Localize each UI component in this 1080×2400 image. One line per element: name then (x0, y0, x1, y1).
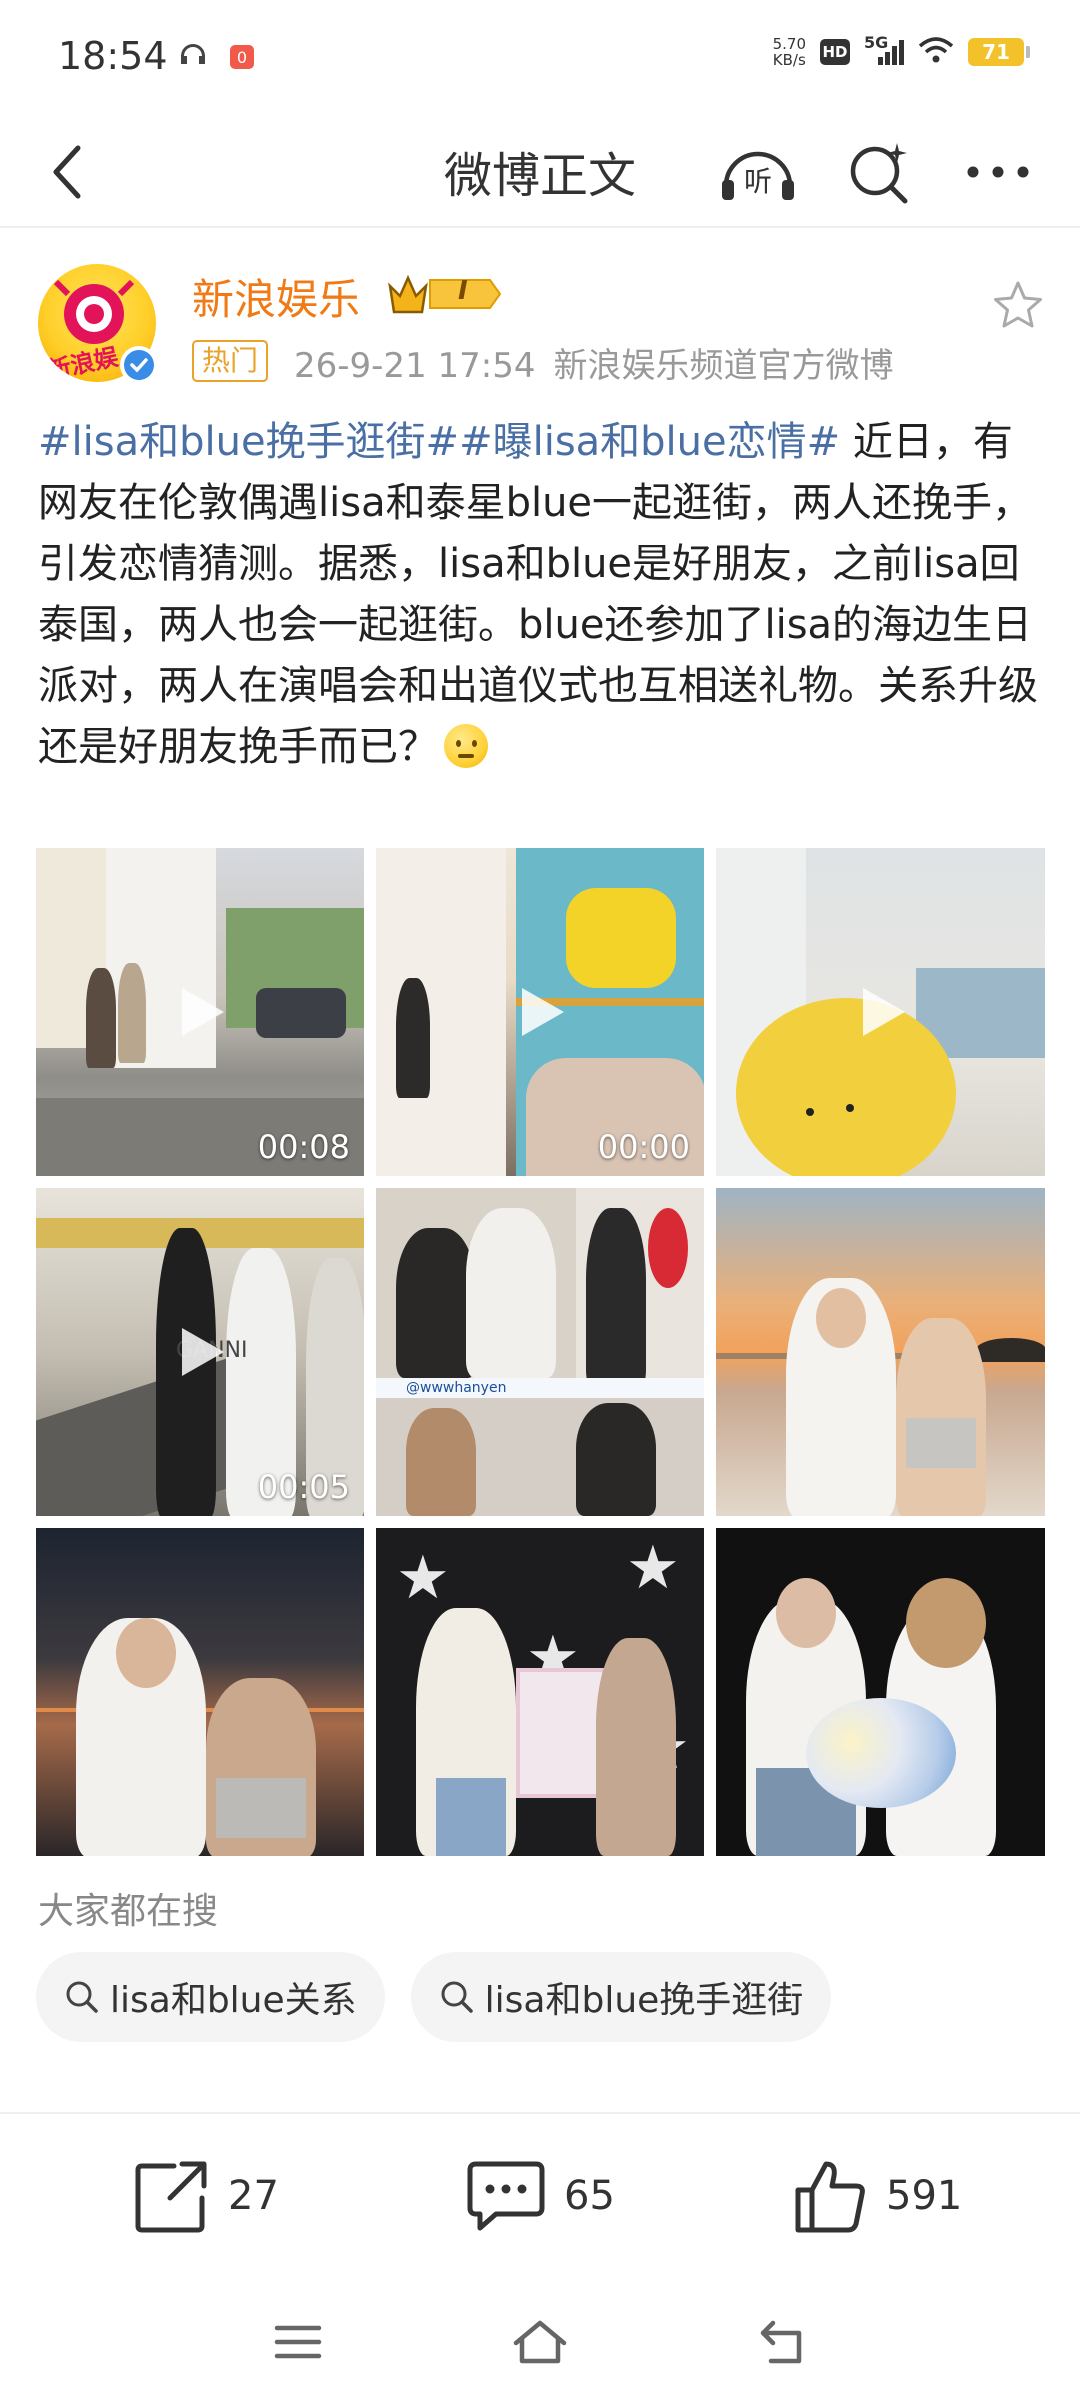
member-level-badge[interactable]: I (386, 272, 504, 320)
hashtag-link[interactable]: #lisa和blue挽手逛街# (38, 419, 459, 465)
like-count: 591 (886, 2173, 963, 2219)
post-source: 新浪娱乐频道官方微博 (553, 346, 894, 386)
play-icon (182, 988, 224, 1036)
wifi-icon (918, 36, 954, 68)
play-icon (522, 988, 564, 1036)
share-icon (135, 2161, 207, 2233)
like-button[interactable]: 591 (792, 2158, 962, 2234)
nav-bar: 微博正文 听 (0, 110, 1080, 228)
headset-status-icon (178, 42, 208, 72)
level-label: I (458, 276, 468, 306)
play-icon (862, 988, 905, 1036)
more-dots-icon (967, 166, 1029, 178)
system-nav-bar (0, 2280, 1080, 2400)
share-button[interactable]: 27 (134, 2158, 279, 2234)
trending-search-chips: lisa和blue关系 lisa和blue挽手逛街 (36, 1952, 832, 2042)
back-system-button[interactable] (750, 2310, 814, 2374)
hashtag-link[interactable]: #曝lisa和blue恋情# (459, 419, 840, 465)
status-left-icons: 0 (178, 42, 254, 72)
net-speed-value: 5.70 (772, 35, 806, 53)
post-meta: 26-9-21 17:54 新浪娱乐频道官方微博 (294, 338, 894, 387)
menu-lines-icon (274, 2325, 322, 2359)
post-header: 新浪娱 新浪娱乐 I 热门 26-9-21 17:54 新浪娱乐频道官方微博 (0, 228, 1080, 408)
image-thumbnail[interactable] (716, 1188, 1045, 1516)
search-chip-label: lisa和blue挽手逛街 (484, 1980, 804, 2021)
video-thumbnail[interactable]: GANNI 00:05 (36, 1188, 364, 1516)
search-icon (66, 1981, 98, 2013)
signal-label: 5G (864, 33, 889, 52)
listen-label: 听 (744, 165, 773, 198)
menu-button[interactable] (266, 2310, 330, 2374)
image-thumbnail[interactable] (716, 1528, 1045, 1856)
watermark-text: @wwwhanyen (406, 1380, 507, 1396)
comment-icon (467, 2161, 545, 2231)
hd-badge: HD (820, 39, 850, 65)
search-button[interactable] (838, 130, 922, 214)
username[interactable]: 新浪娱乐 (192, 266, 360, 327)
image-thumbnail[interactable]: @wwwhanyen (376, 1188, 704, 1516)
more-button[interactable] (956, 130, 1040, 214)
media-grid: 00:08 00:00 GANNI 00:05 (36, 848, 1045, 1856)
search-chip[interactable]: lisa和blue挽手逛街 (410, 1952, 832, 2042)
video-duration: 00:08 (257, 1128, 350, 1166)
net-speed: 5.70 KB/s (773, 36, 806, 68)
verified-badge (120, 346, 158, 384)
post-body-text: 近日，有网友在伦敦偶遇lisa和泰星blue一起逛街，两人还挽手，引发恋情猜测。… (38, 419, 1038, 770)
search-chip[interactable]: lisa和blue关系 (36, 1952, 385, 2042)
post-timestamp: 26-9-21 17:54 (294, 346, 536, 386)
search-icon (441, 1981, 473, 2013)
sparkle-search-icon (850, 143, 908, 204)
status-bar: 18:54 0 5.70 KB/s HD 5G 71 (0, 0, 1080, 110)
battery-indicator: 71 (968, 38, 1030, 66)
comment-button[interactable]: 65 (466, 2158, 615, 2234)
action-bar: 27 65 591 (0, 2112, 1080, 2280)
trending-search-title: 大家都在搜 (38, 1891, 219, 1932)
image-thumbnail[interactable] (36, 1528, 364, 1856)
video-thumbnail[interactable]: 00:08 (36, 848, 364, 1176)
verified-check-icon (124, 350, 154, 380)
post-text: #lisa和blue挽手逛街##曝lisa和blue恋情# 近日，有网友在伦敦偶… (38, 412, 1048, 778)
thumbs-up-icon (795, 2161, 865, 2233)
home-icon (513, 2320, 567, 2364)
share-count: 27 (228, 2173, 279, 2219)
video-duration: 00:00 (597, 1128, 690, 1166)
play-icon (182, 1328, 224, 1376)
image-thumbnail[interactable]: ★ ★ ★ ★ (376, 1528, 704, 1856)
comment-count: 65 (564, 2173, 615, 2219)
favorite-button[interactable] (990, 278, 1046, 334)
search-chip-label: lisa和blue关系 (110, 1980, 357, 2021)
star-icon (994, 281, 1042, 328)
listen-button[interactable]: 听 (716, 130, 800, 214)
video-thumbnail[interactable] (716, 848, 1045, 1176)
hot-tag: 热门 (192, 340, 269, 382)
notification-badge: 0 (230, 45, 254, 69)
status-right: 5.70 KB/s HD 5G 71 (773, 33, 1030, 68)
home-button[interactable] (508, 2310, 572, 2374)
video-thumbnail[interactable]: 00:00 (376, 848, 704, 1176)
net-speed-unit: KB/s (772, 51, 806, 69)
status-time: 18:54 (58, 34, 168, 78)
thinking-face-emoji-icon (444, 724, 488, 768)
return-arrow-icon (760, 2320, 802, 2364)
video-duration: 00:05 (257, 1468, 350, 1506)
signal-icon: 5G (864, 33, 904, 67)
